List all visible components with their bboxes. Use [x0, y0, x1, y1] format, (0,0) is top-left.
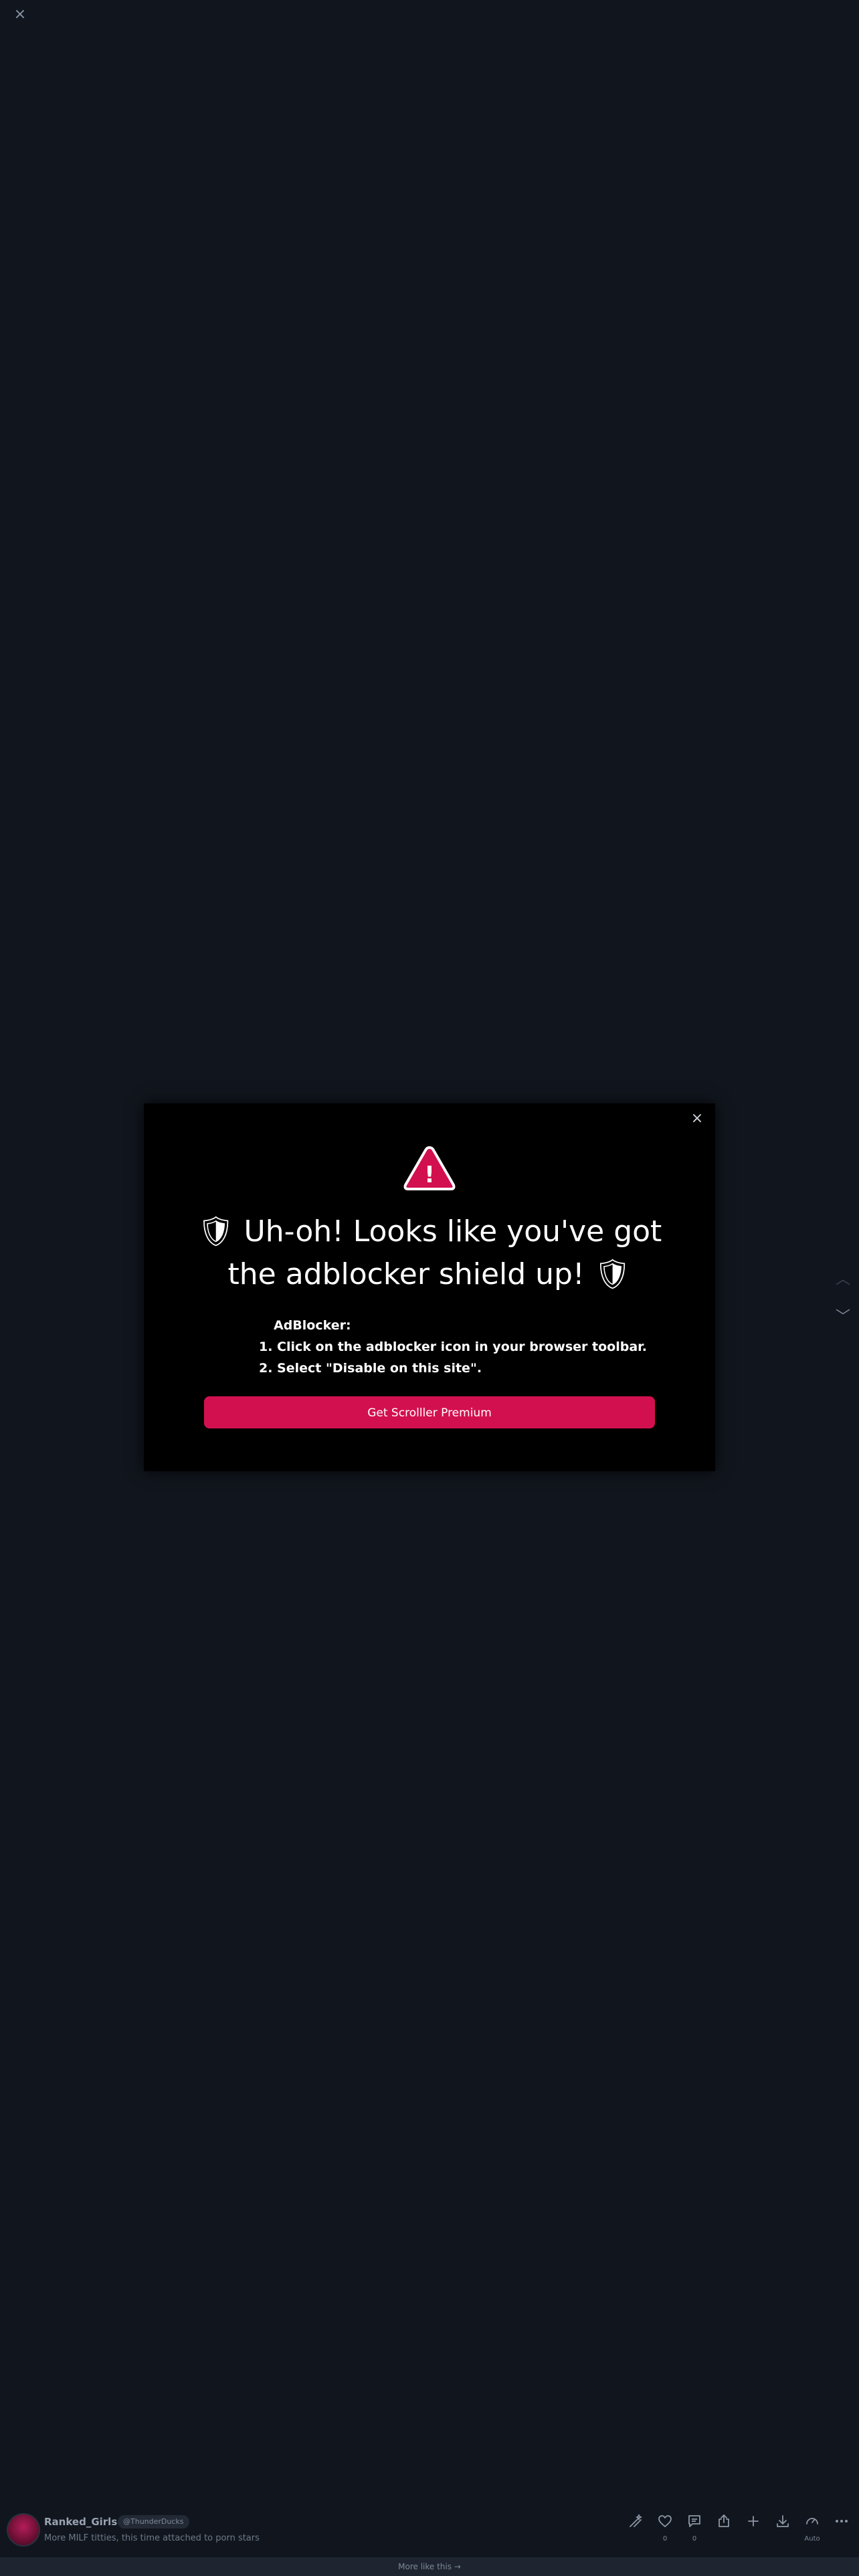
plus-icon: [748, 2516, 759, 2527]
like-button[interactable]: 0: [652, 2510, 678, 2551]
chevron-up-icon[interactable]: ︿: [834, 1271, 852, 1289]
action-toolbar: 0 0 Auto: [622, 2510, 859, 2551]
like-count: 0: [662, 2535, 668, 2543]
avatar[interactable]: [7, 2513, 40, 2547]
download-icon: [777, 2515, 789, 2527]
post-info-bar: Ranked_Girls @ThunderDucks More MILF tit…: [0, 2501, 859, 2557]
warning-mark: !: [424, 1162, 435, 1188]
close-viewer-icon[interactable]: ×: [12, 7, 28, 23]
heart-icon: [658, 2515, 672, 2527]
viewer-page: × × ! 🛡 Uh-oh! Looks like you've got the…: [0, 0, 859, 2576]
magic-wand-icon: [630, 2513, 643, 2527]
adblock-instructions: AdBlocker: 1. Click on the adblocker ico…: [259, 1315, 660, 1379]
auto-speed-icon: [806, 2518, 818, 2525]
auto-label: Auto: [804, 2535, 820, 2543]
download-button[interactable]: [769, 2510, 796, 2551]
warning-icon: !: [403, 1146, 456, 1190]
modal-title: 🛡 Uh-oh! Looks like you've got the adblo…: [197, 1214, 662, 1291]
author-name[interactable]: Ranked_Girls: [44, 2516, 117, 2528]
instruction-step-2: 2. Select "Disable on this site".: [259, 1361, 482, 1376]
post-caption: More MILF titties, this time attached to…: [44, 2533, 260, 2543]
share-button[interactable]: [710, 2510, 737, 2551]
instructions-list: 1. Click on the adblocker icon in your b…: [259, 1336, 660, 1379]
instructions-heading: AdBlocker:: [274, 1318, 351, 1333]
instruction-step-1: 1. Click on the adblocker icon in your b…: [259, 1339, 648, 1354]
more-like-this-link[interactable]: More like this →: [0, 2557, 859, 2576]
get-premium-button[interactable]: Get Scrolller Premium: [204, 1396, 655, 1428]
comment-count: 0: [692, 2535, 697, 2543]
comment-button[interactable]: 0: [681, 2510, 708, 2551]
chevron-down-icon[interactable]: ﹀: [834, 1308, 852, 1327]
modal-close-icon[interactable]: ×: [688, 1110, 706, 1128]
comment-icon: [688, 2515, 700, 2527]
author-handle-badge[interactable]: @ThunderDucks: [118, 2515, 189, 2529]
add-button[interactable]: [740, 2510, 767, 2551]
more-options-button[interactable]: [828, 2510, 855, 2551]
magic-button[interactable]: [622, 2510, 649, 2551]
adblock-modal: × ! 🛡 Uh-oh! Looks like you've got the a…: [144, 1103, 715, 1471]
auto-speed-button[interactable]: Auto: [799, 2510, 826, 2551]
share-icon: [719, 2514, 729, 2527]
more-icon: [836, 2520, 848, 2523]
